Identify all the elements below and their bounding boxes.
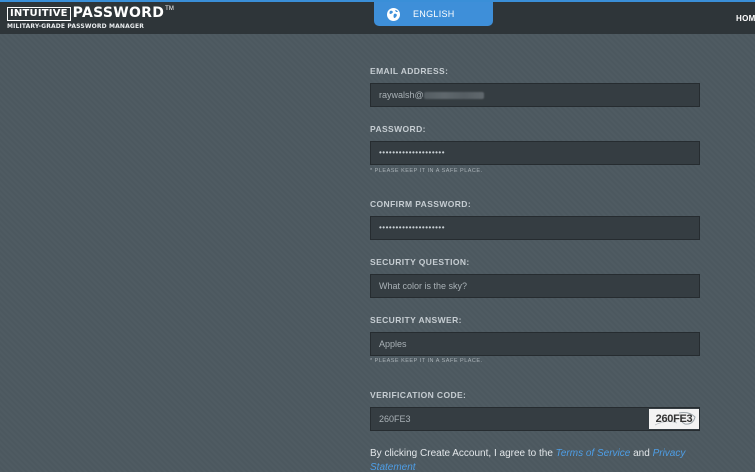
- email-label: EMAIL ADDRESS:: [370, 66, 449, 76]
- password-field[interactable]: ••••••••••••••••••••: [370, 141, 700, 165]
- top-navigation-bar: INTUITIVE PASSWORD TM MILITARY-GRADE PAS…: [0, 0, 755, 34]
- security-question-label: SECURITY QUESTION:: [370, 257, 470, 267]
- confirm-password-field[interactable]: ••••••••••••••••••••: [370, 216, 700, 240]
- captcha-image: 260FE3: [649, 409, 699, 429]
- verification-code-field[interactable]: 260FE3 260FE3: [370, 407, 700, 431]
- password-hint: * PLEASE KEEP IT IN A SAFE PLACE.: [370, 168, 483, 174]
- confirm-password-label: CONFIRM PASSWORD:: [370, 199, 472, 209]
- globe-icon: [387, 7, 400, 21]
- security-answer-label: SECURITY ANSWER:: [370, 315, 462, 325]
- terms-agreement: By clicking Create Account, I agree to t…: [370, 447, 710, 472]
- captcha-text: 260FE3: [655, 413, 693, 425]
- email-value: raywalsh@: [379, 90, 424, 100]
- security-question-field[interactable]: What color is the sky?: [370, 274, 700, 298]
- terms-prefix: By clicking Create Account, I agree to t…: [370, 448, 556, 459]
- terms-of-service-link[interactable]: Terms of Service: [556, 448, 631, 459]
- logo-box-text: INTUITIVE: [7, 6, 71, 21]
- password-label: PASSWORD:: [370, 124, 426, 134]
- security-answer-field[interactable]: Apples: [370, 332, 700, 356]
- logo-tagline: MILITARY-GRADE PASSWORD MANAGER: [7, 23, 144, 30]
- nav-home-link[interactable]: HOM: [736, 14, 755, 23]
- terms-and: and: [630, 448, 653, 459]
- language-selector-button[interactable]: ENGLISH: [374, 2, 493, 26]
- intuitive-password-logo[interactable]: INTUITIVE PASSWORD TM MILITARY-GRADE PAS…: [7, 6, 174, 31]
- verification-code-label: VERIFICATION CODE:: [370, 390, 467, 400]
- logo-word-text: PASSWORD: [72, 5, 165, 21]
- email-field[interactable]: raywalsh@: [370, 83, 700, 107]
- security-answer-hint: * PLEASE KEEP IT IN A SAFE PLACE.: [370, 358, 483, 364]
- redacted-email-blur: [423, 92, 484, 100]
- language-label: ENGLISH: [413, 9, 455, 19]
- logo-trademark: TM: [165, 6, 174, 12]
- verification-code-value: 260FE3: [379, 414, 411, 424]
